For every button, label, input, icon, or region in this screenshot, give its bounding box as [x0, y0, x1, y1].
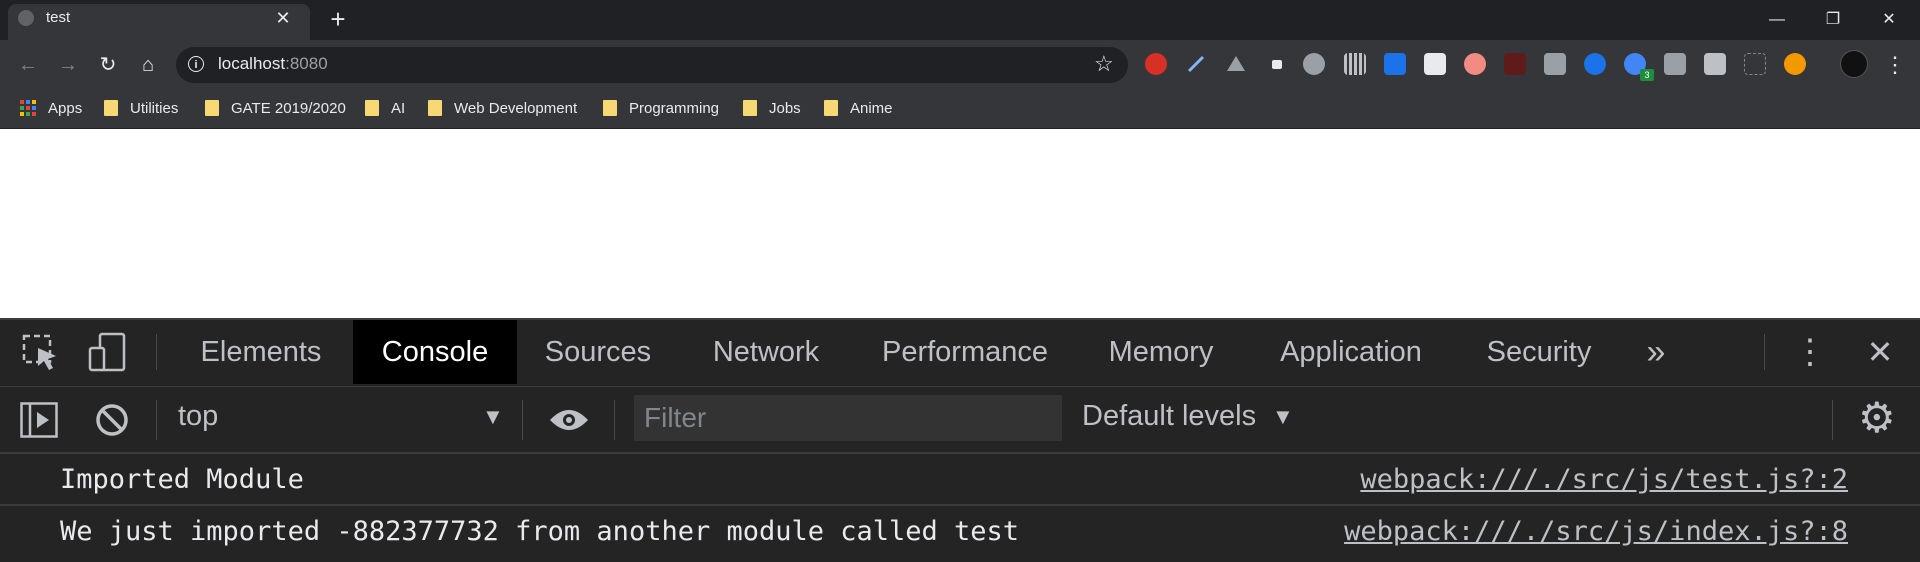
separator	[156, 400, 157, 440]
chrome-menu-icon[interactable]: ⋮	[1884, 52, 1906, 78]
tab-application[interactable]: Application	[1268, 320, 1434, 384]
window-close-button[interactable]: ✕	[1860, 0, 1918, 40]
url-port: :8080	[285, 54, 328, 73]
adblock-extension-icon[interactable]	[1145, 53, 1167, 75]
bookmark-folder-programming[interactable]: Programming	[603, 93, 719, 123]
bookmark-folder-ai[interactable]: AI	[365, 93, 405, 123]
flame-extension-icon[interactable]	[1784, 53, 1806, 75]
globe-icon	[18, 10, 34, 26]
filter-input[interactable]	[634, 395, 1062, 441]
bookmark-star-icon[interactable]: ☆	[1094, 51, 1114, 77]
bookmark-label: Programming	[629, 99, 720, 117]
notes-extension-icon[interactable]	[1424, 53, 1446, 75]
tab-performance[interactable]: Performance	[870, 320, 1060, 384]
url-text[interactable]: localhost:8080	[218, 54, 328, 74]
tab-security[interactable]: Security	[1476, 320, 1602, 384]
url-host: localhost	[218, 54, 286, 73]
separator	[1764, 334, 1765, 370]
site-info-icon[interactable]: i	[188, 56, 204, 72]
inspect-element-icon[interactable]	[22, 334, 60, 377]
tab-elements[interactable]: Elements	[186, 320, 336, 384]
device-toolbar-icon[interactable]	[88, 332, 128, 377]
console-source-link[interactable]: webpack:///./src/js/test.js?:2	[1360, 464, 1848, 495]
folder-icon	[743, 100, 757, 116]
bookmark-label: Apps	[48, 99, 83, 117]
separator	[522, 400, 523, 440]
reload-button[interactable]: ↻	[94, 51, 122, 79]
bookmark-apps[interactable]: Apps	[20, 93, 82, 123]
color-picker-extension-icon[interactable]	[1185, 53, 1207, 75]
folder-icon	[205, 100, 219, 116]
tab-title: test	[46, 9, 71, 26]
console-message-text: Imported Module	[60, 464, 304, 495]
bookmark-label: Anime	[850, 99, 893, 117]
face-extension-icon[interactable]	[1464, 53, 1486, 75]
minimize-button[interactable]: —	[1748, 0, 1806, 40]
folder-icon	[824, 100, 838, 116]
console-source-link[interactable]: webpack:///./src/js/index.js?:8	[1344, 516, 1848, 547]
bookmark-label: Web Development	[454, 99, 578, 117]
h-extension-icon[interactable]	[1544, 53, 1566, 75]
devtools-menu-icon[interactable]: ⋮	[1790, 320, 1830, 384]
clear-console-icon[interactable]	[94, 402, 130, 443]
bookmark-folder-web-development[interactable]: Web Development	[428, 93, 577, 123]
bookmark-folder-gate[interactable]: GATE 2019/2020	[205, 93, 346, 123]
code-extension-icon[interactable]	[1744, 53, 1766, 75]
bookmark-folder-anime[interactable]: Anime	[824, 93, 893, 123]
bookmark-label: GATE 2019/2020	[231, 99, 346, 117]
tab-memory[interactable]: Memory	[1096, 320, 1226, 384]
profile-avatar[interactable]	[1840, 50, 1868, 78]
gp-extension-icon[interactable]	[1584, 53, 1606, 75]
bookmark-label: Utilities	[130, 99, 179, 117]
tab-close-icon[interactable]: ✕	[272, 7, 294, 29]
levels-dropdown-icon[interactable]: ▼	[1272, 404, 1294, 430]
separator	[614, 400, 615, 440]
bookmark-label: AI	[391, 99, 406, 117]
more-tabs-icon[interactable]: »	[1636, 320, 1676, 384]
context-selector[interactable]: top	[178, 400, 218, 433]
separator	[1832, 400, 1833, 440]
android-extension-icon[interactable]	[1266, 53, 1288, 75]
tab-console[interactable]: Console	[353, 320, 517, 384]
extension-badge: 3	[1640, 69, 1654, 81]
s-extension-icon[interactable]	[1384, 53, 1406, 75]
bookmark-folder-utilities[interactable]: Utilities	[104, 93, 178, 123]
google-drive-extension-icon[interactable]	[1225, 53, 1247, 75]
tab-network[interactable]: Network	[696, 320, 836, 384]
bookmark-folder-jobs[interactable]: Jobs	[743, 93, 801, 123]
folder-icon	[603, 100, 617, 116]
pdf-extension-icon[interactable]	[1504, 53, 1526, 75]
home-button[interactable]: ⌂	[134, 51, 162, 79]
apps-grid-icon	[20, 100, 36, 116]
print-extension-icon[interactable]	[1704, 53, 1726, 75]
eye-icon[interactable]	[548, 406, 590, 439]
folder-icon	[365, 100, 379, 116]
page-viewport[interactable]	[0, 129, 1920, 318]
tab-sources[interactable]: Sources	[530, 320, 666, 384]
facebook-extension-icon[interactable]	[1664, 53, 1686, 75]
sidebar-toggle-icon[interactable]	[20, 402, 58, 443]
settings-gear-icon[interactable]: ⚙	[1858, 396, 1896, 440]
reel-extension-icon[interactable]	[1303, 53, 1325, 75]
context-dropdown-icon[interactable]: ▼	[482, 404, 504, 430]
separator	[156, 334, 157, 370]
restore-button[interactable]: ❐	[1804, 0, 1862, 40]
back-button[interactable]: ←	[14, 51, 42, 79]
bookmark-label: Jobs	[769, 99, 801, 117]
folder-icon	[428, 100, 442, 116]
new-tab-button[interactable]: +	[325, 6, 351, 32]
folder-icon	[104, 100, 118, 116]
barcode-extension-icon[interactable]	[1344, 53, 1366, 75]
forward-button[interactable]: →	[54, 51, 82, 79]
log-levels-selector[interactable]: Default levels	[1082, 400, 1256, 433]
devtools-close-icon[interactable]: ✕	[1860, 320, 1900, 384]
console-message-text: We just imported -882377732 from another…	[60, 516, 1020, 547]
